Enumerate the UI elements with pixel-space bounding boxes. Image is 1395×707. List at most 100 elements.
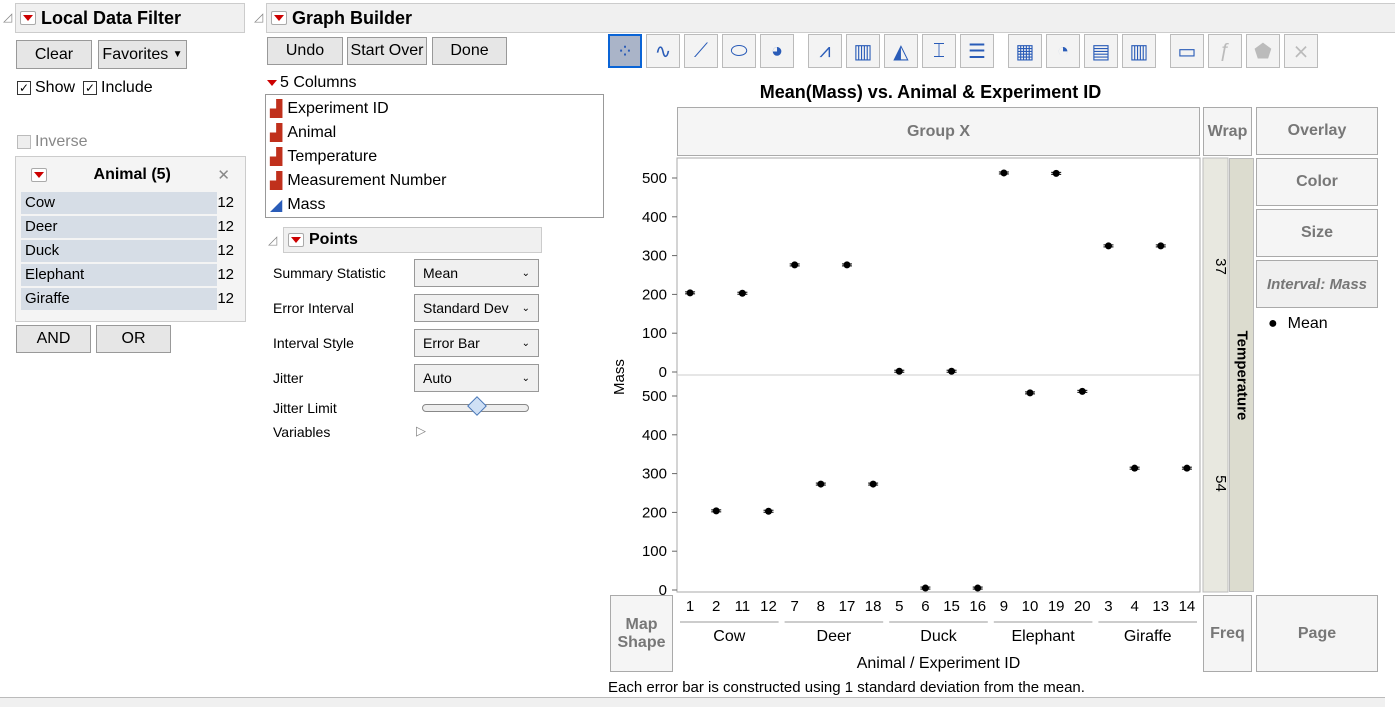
- overlay-zone[interactable]: Overlay: [1256, 107, 1378, 155]
- or-button[interactable]: OR: [96, 325, 171, 353]
- histogram-icon[interactable]: ☰: [960, 34, 994, 68]
- x-group-label: Deer: [817, 628, 852, 645]
- disclosure-icon[interactable]: ◿: [268, 233, 277, 247]
- x-tick-label: 7: [791, 598, 799, 615]
- panel-label: 54: [1212, 475, 1229, 492]
- jitter-limit-slider[interactable]: [422, 396, 529, 416]
- mean-point: [686, 289, 694, 297]
- red-triangle-menu-icon[interactable]: [20, 11, 36, 25]
- summary-statistic-label: Summary Statistic: [273, 265, 386, 281]
- animal-filter-title: Animal (5): [93, 166, 171, 183]
- item-label: Cow: [21, 192, 217, 214]
- error-interval-select[interactable]: Standard Dev ⌄: [414, 294, 539, 322]
- contour-icon[interactable]: ◕: [760, 34, 794, 68]
- start-over-button[interactable]: Start Over: [347, 37, 427, 65]
- filter-item-elephant[interactable]: Elephant 12: [21, 264, 240, 286]
- show-checkbox[interactable]: ✓ Show: [17, 79, 75, 97]
- column-label: Mass: [287, 196, 326, 213]
- mosaic-icon[interactable]: ▥: [1122, 34, 1156, 68]
- column-measurement-number[interactable]: ▟ Measurement Number: [266, 169, 603, 193]
- page-zone[interactable]: Page: [1256, 595, 1378, 672]
- group-x-zone[interactable]: Group X: [677, 107, 1200, 156]
- x-tick-label: 3: [1104, 598, 1112, 615]
- favorites-button[interactable]: Favorites ▼: [98, 40, 187, 69]
- ellipse-icon[interactable]: ⬭: [722, 34, 756, 68]
- and-button[interactable]: AND: [16, 325, 91, 353]
- close-icon[interactable]: ✕: [217, 166, 230, 184]
- chart-plot: 0100200300400500370100200300400500541 2 11…: [642, 157, 1229, 645]
- color-zone[interactable]: Color: [1256, 158, 1378, 206]
- caption-box-icon[interactable]: ▭: [1170, 34, 1204, 68]
- status-bar: [0, 697, 1385, 707]
- red-triangle-menu-icon[interactable]: [271, 11, 287, 25]
- points-icon[interactable]: ⁘: [608, 34, 642, 68]
- chevron-down-icon: ⌄: [521, 267, 530, 279]
- column-label: Measurement Number: [287, 172, 447, 189]
- wrap-zone[interactable]: Wrap: [1203, 107, 1252, 156]
- expand-triangle-icon[interactable]: ▷: [416, 423, 426, 439]
- select-value: Mean: [423, 265, 459, 281]
- legend-item-mean: ● Mean: [1268, 315, 1328, 333]
- x-tick-label: 12: [760, 598, 777, 615]
- disclosure-icon[interactable]: ◿: [254, 10, 263, 24]
- item-count: 12: [217, 242, 234, 259]
- x-tick-label: 18: [865, 598, 882, 615]
- interval-zone[interactable]: Interval: Mass: [1256, 260, 1378, 308]
- mean-point: [869, 480, 877, 488]
- clear-button[interactable]: Clear: [16, 40, 92, 69]
- map-shapes-icon[interactable]: ⬟: [1246, 34, 1280, 68]
- x-axis-label[interactable]: Animal / Experiment ID: [677, 655, 1200, 673]
- line-of-fit-icon[interactable]: ⟋: [684, 34, 718, 68]
- red-triangle-menu-icon[interactable]: [288, 233, 304, 247]
- item-label: Giraffe: [21, 288, 217, 310]
- column-label: Temperature: [287, 148, 378, 165]
- parallel-icon[interactable]: ⨯: [1284, 34, 1318, 68]
- mean-point: [843, 261, 851, 269]
- disclosure-icon[interactable]: ◿: [3, 10, 12, 24]
- y-tick-label: 0: [659, 582, 667, 599]
- mean-point: [791, 261, 799, 269]
- done-button[interactable]: Done: [432, 37, 507, 65]
- size-zone[interactable]: Size: [1256, 209, 1378, 257]
- filter-item-giraffe[interactable]: Giraffe 12: [21, 288, 240, 310]
- nominal-icon: ▟: [270, 101, 283, 118]
- filter-item-cow[interactable]: Cow 12: [21, 192, 240, 214]
- x-tick-label: 10: [1022, 598, 1039, 615]
- mean-point: [1104, 242, 1112, 250]
- column-animal[interactable]: ▟ Animal: [266, 121, 603, 145]
- pie-icon[interactable]: ◔: [1046, 34, 1080, 68]
- continuous-icon: ◢: [270, 197, 283, 214]
- error-interval-label: Error Interval: [273, 300, 354, 316]
- mean-point: [1052, 169, 1060, 177]
- include-checkbox[interactable]: ✓ Include: [83, 79, 153, 97]
- formula-icon[interactable]: ƒ: [1208, 34, 1242, 68]
- column-experiment-id[interactable]: ▟ Experiment ID: [266, 97, 603, 121]
- smoother-icon[interactable]: ∿: [646, 34, 680, 68]
- column-temperature[interactable]: ▟ Temperature: [266, 145, 603, 169]
- filter-item-deer[interactable]: Deer 12: [21, 216, 240, 238]
- red-triangle-menu-icon[interactable]: [31, 168, 47, 182]
- box-plot-icon[interactable]: ⌶: [922, 34, 956, 68]
- filter-item-duck[interactable]: Duck 12: [21, 240, 240, 262]
- column-mass[interactable]: ◢ Mass: [266, 193, 603, 217]
- group-y-label-zone[interactable]: Temperature: [1229, 158, 1254, 592]
- checkmark-icon: ✓: [83, 81, 98, 95]
- interval-style-select[interactable]: Error Bar ⌄: [414, 329, 539, 357]
- slider-thumb[interactable]: [466, 396, 487, 416]
- undo-button[interactable]: Undo: [267, 37, 343, 65]
- y-tick-label: 400: [642, 209, 667, 226]
- jitter-select[interactable]: Auto ⌄: [414, 364, 539, 392]
- summary-statistic-select[interactable]: Mean ⌄: [414, 259, 539, 287]
- x-group-label: Cow: [713, 628, 745, 645]
- footnote: Each error bar is constructed using 1 st…: [608, 679, 1085, 696]
- line-icon[interactable]: ⩘: [808, 34, 842, 68]
- treemap-icon[interactable]: ▤: [1084, 34, 1118, 68]
- heatmap-icon[interactable]: ▦: [1008, 34, 1042, 68]
- inverse-checkbox[interactable]: Inverse: [17, 133, 87, 151]
- red-triangle-menu-icon[interactable]: [267, 80, 277, 86]
- select-value: Standard Dev: [423, 300, 509, 316]
- panel-label: 37: [1212, 258, 1229, 275]
- chart-title: Mean(Mass) vs. Animal & Experiment ID: [759, 82, 1102, 102]
- bar-icon[interactable]: ▥: [846, 34, 880, 68]
- area-icon[interactable]: ◭: [884, 34, 918, 68]
